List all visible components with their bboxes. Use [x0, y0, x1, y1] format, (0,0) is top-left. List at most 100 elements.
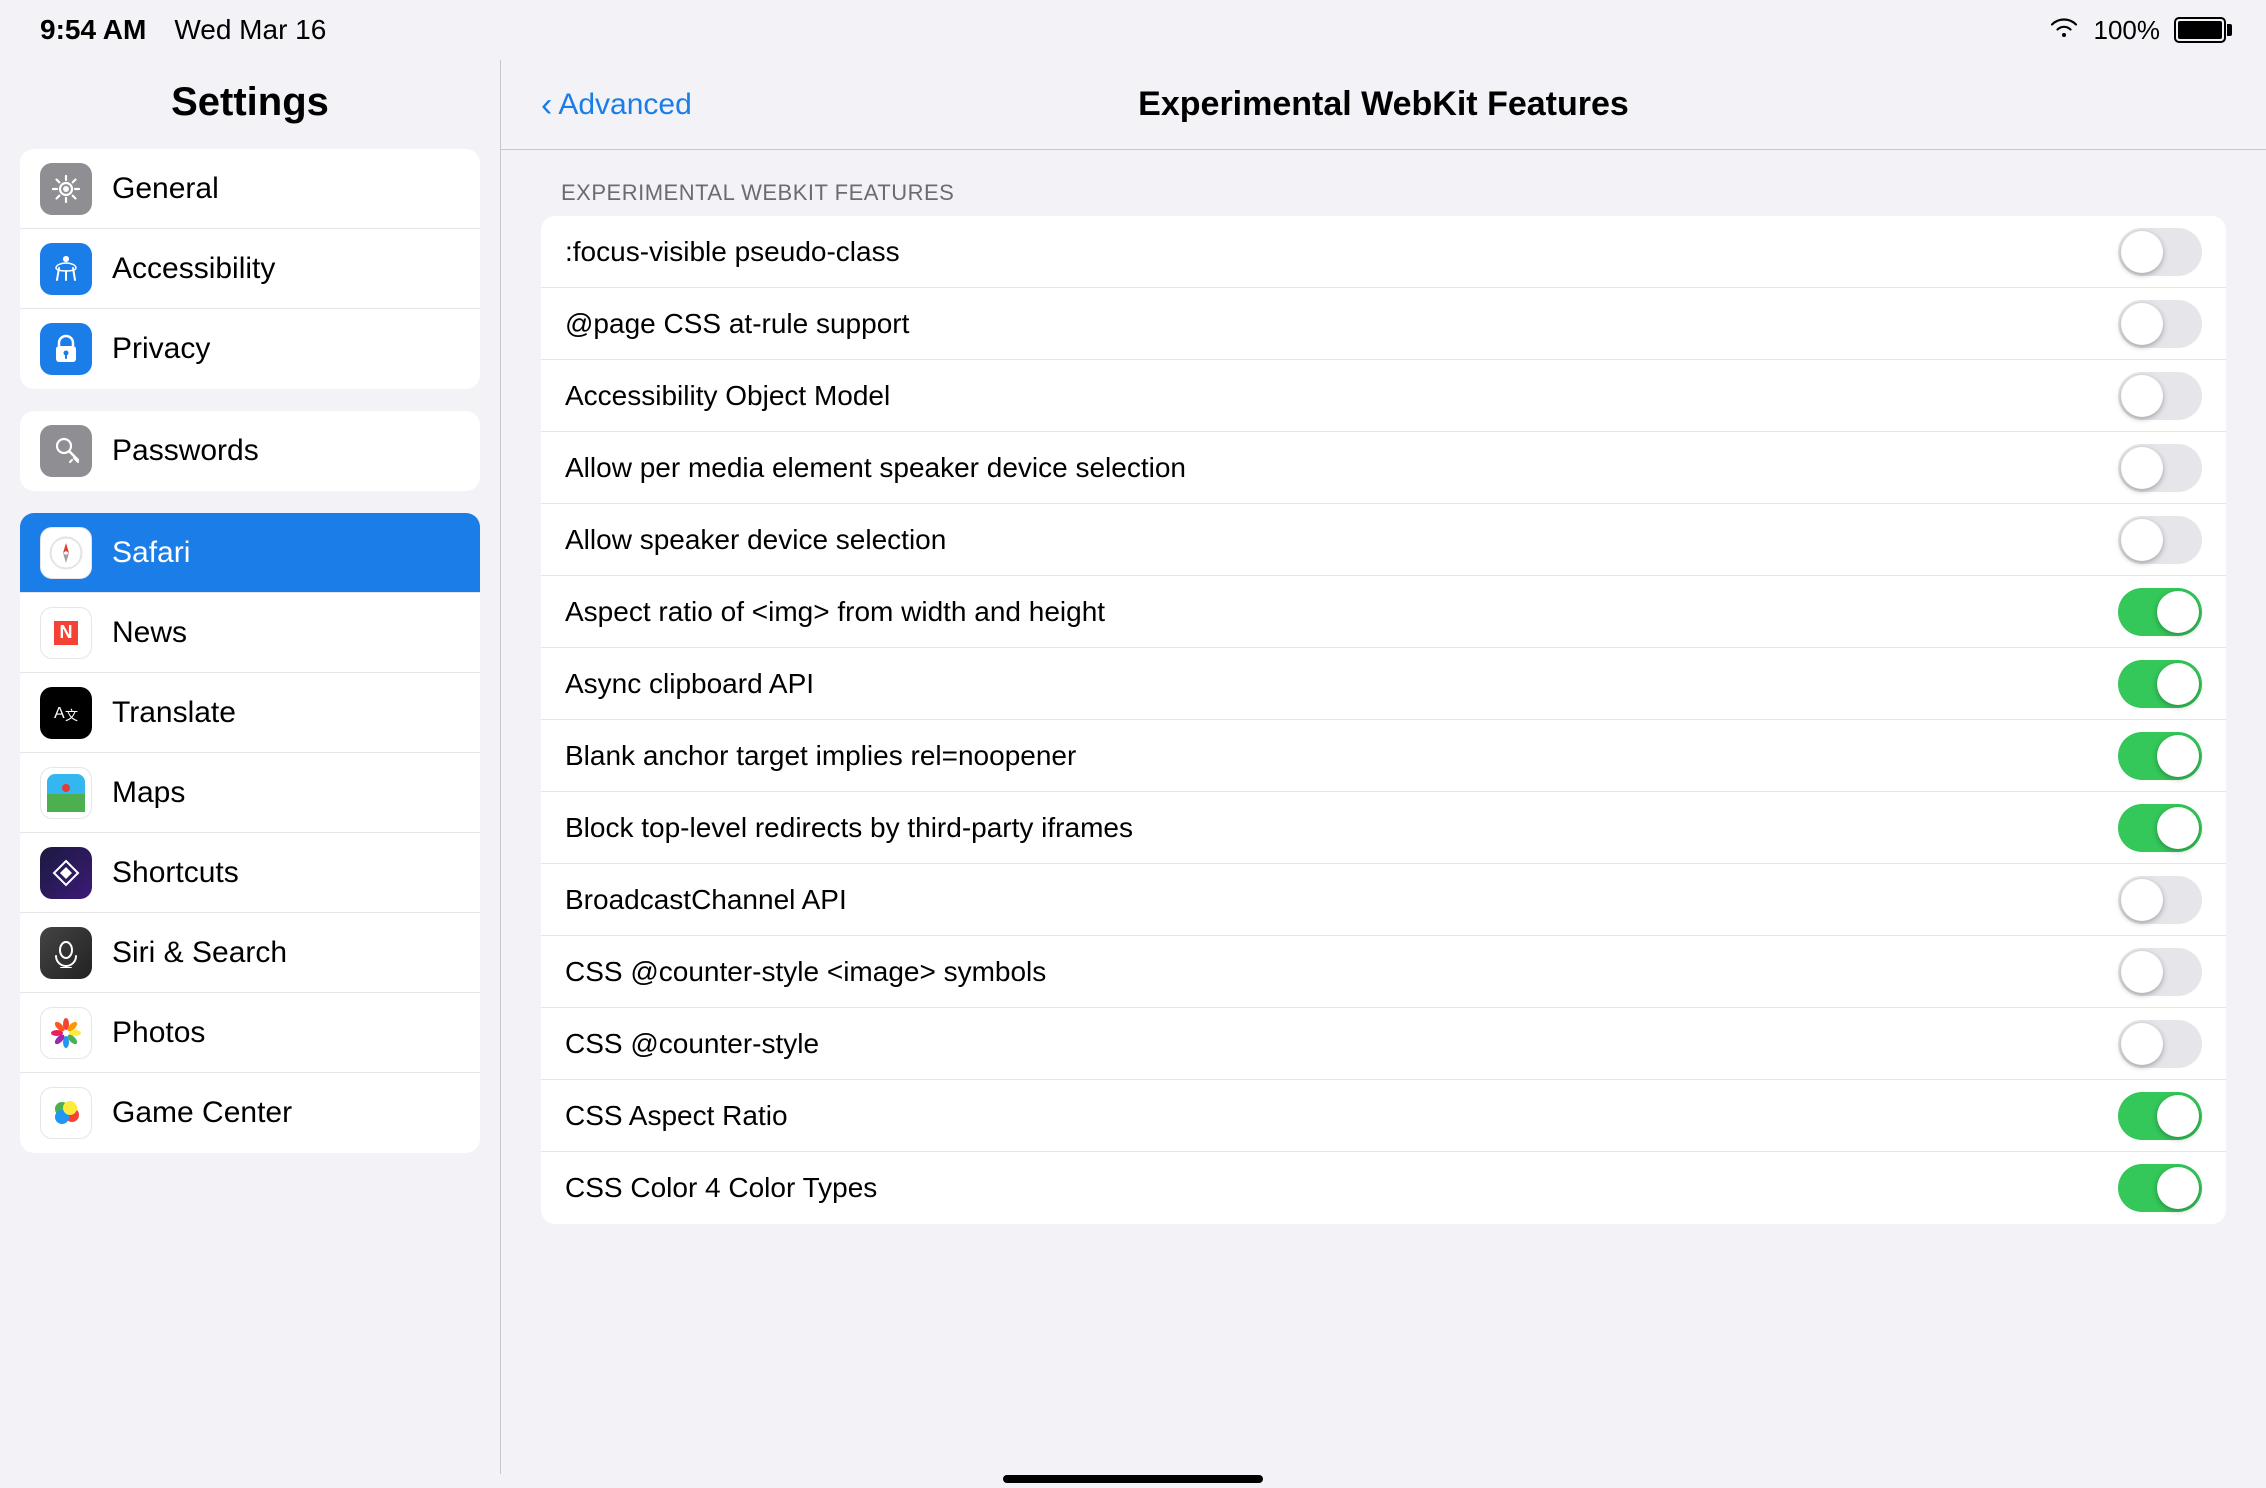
- status-right: 100%: [2048, 14, 2227, 46]
- feature-list: :focus-visible pseudo-class @page CSS at-…: [541, 216, 2226, 1224]
- feature-item: BroadcastChannel API: [541, 864, 2226, 936]
- right-header: ‹ Advanced Experimental WebKit Features: [501, 60, 2266, 150]
- sidebar-item-safari[interactable]: Safari: [20, 513, 480, 593]
- siri-icon: [40, 927, 92, 979]
- bottom-bar: [0, 1474, 2266, 1488]
- right-panel: ‹ Advanced Experimental WebKit Features …: [501, 60, 2266, 1474]
- sidebar-item-siri-label: Siri & Search: [112, 936, 287, 970]
- settings-group-2: Passwords: [20, 411, 480, 491]
- feature-toggle[interactable]: [2118, 804, 2202, 852]
- feature-toggle[interactable]: [2118, 732, 2202, 780]
- feature-toggle[interactable]: [2118, 876, 2202, 924]
- feature-label: @page CSS at-rule support: [565, 308, 909, 340]
- sidebar-item-shortcuts[interactable]: Shortcuts: [20, 833, 480, 913]
- sidebar-item-siri[interactable]: Siri & Search: [20, 913, 480, 993]
- left-panel: Settings General: [0, 60, 500, 1474]
- feature-toggle[interactable]: [2118, 1092, 2202, 1140]
- sidebar-item-gamecenter-label: Game Center: [112, 1096, 292, 1130]
- toggle-knob: [2157, 735, 2199, 777]
- status-date: Wed Mar 16: [174, 14, 326, 46]
- feature-label: Allow speaker device selection: [565, 524, 946, 556]
- feature-item: Aspect ratio of <img> from width and hei…: [541, 576, 2226, 648]
- status-time: 9:54 AM: [40, 14, 146, 46]
- feature-label: Aspect ratio of <img> from width and hei…: [565, 596, 1105, 628]
- feature-item: Accessibility Object Model: [541, 360, 2226, 432]
- back-chevron-icon: ‹: [541, 88, 552, 122]
- feature-toggle[interactable]: [2118, 1020, 2202, 1068]
- toggle-knob: [2157, 1095, 2199, 1137]
- sidebar-item-translate[interactable]: A 文 Translate: [20, 673, 480, 753]
- feature-item: Allow per media element speaker device s…: [541, 432, 2226, 504]
- toggle-knob: [2121, 879, 2163, 921]
- sidebar-item-accessibility-label: Accessibility: [112, 252, 275, 286]
- sidebar-item-translate-label: Translate: [112, 696, 236, 730]
- toggle-knob: [2121, 951, 2163, 993]
- sidebar-item-maps-label: Maps: [112, 776, 185, 810]
- feature-toggle[interactable]: [2118, 372, 2202, 420]
- toggle-knob: [2121, 1023, 2163, 1065]
- safari-icon: [40, 527, 92, 579]
- news-icon: N: [40, 607, 92, 659]
- battery-percentage: 100%: [2094, 15, 2161, 46]
- sidebar-item-gamecenter[interactable]: Game Center: [20, 1073, 480, 1153]
- gamecenter-icon: [40, 1087, 92, 1139]
- sidebar-item-general[interactable]: General: [20, 149, 480, 229]
- photos-icon: [40, 1007, 92, 1059]
- feature-toggle[interactable]: [2118, 660, 2202, 708]
- sidebar-item-privacy-label: Privacy: [112, 332, 210, 366]
- status-bar: 9:54 AM Wed Mar 16 100%: [0, 0, 2266, 60]
- sidebar-item-news[interactable]: N News: [20, 593, 480, 673]
- feature-toggle[interactable]: [2118, 444, 2202, 492]
- feature-label: CSS Aspect Ratio: [565, 1100, 788, 1132]
- right-panel-title: Experimental WebKit Features: [1138, 85, 1629, 124]
- feature-toggle[interactable]: [2118, 1164, 2202, 1212]
- feature-label: :focus-visible pseudo-class: [565, 236, 900, 268]
- feature-item: Async clipboard API: [541, 648, 2226, 720]
- privacy-icon: [40, 323, 92, 375]
- feature-toggle[interactable]: [2118, 228, 2202, 276]
- sidebar-item-safari-label: Safari: [112, 536, 190, 570]
- translate-icon: A 文: [40, 687, 92, 739]
- back-label: Advanced: [558, 88, 691, 122]
- main-layout: Settings General: [0, 60, 2266, 1474]
- back-button[interactable]: ‹ Advanced: [541, 88, 692, 122]
- feature-item: CSS Color 4 Color Types: [541, 1152, 2226, 1224]
- feature-item: Block top-level redirects by third-party…: [541, 792, 2226, 864]
- feature-toggle[interactable]: [2118, 948, 2202, 996]
- sidebar-item-photos[interactable]: Photos: [20, 993, 480, 1073]
- settings-group-1: General Accessibility: [20, 149, 480, 389]
- toggle-knob: [2157, 1167, 2199, 1209]
- toggle-knob: [2157, 591, 2199, 633]
- shortcuts-icon: [40, 847, 92, 899]
- settings-title: Settings: [20, 80, 480, 125]
- general-icon: [40, 163, 92, 215]
- feature-toggle[interactable]: [2118, 300, 2202, 348]
- maps-icon: [40, 767, 92, 819]
- right-content: EXPERIMENTAL WEBKIT FEATURES :focus-visi…: [501, 150, 2266, 1474]
- passwords-icon: [40, 425, 92, 477]
- sidebar-item-general-label: General: [112, 172, 219, 206]
- feature-item: CSS Aspect Ratio: [541, 1080, 2226, 1152]
- feature-label: Accessibility Object Model: [565, 380, 890, 412]
- feature-toggle[interactable]: [2118, 588, 2202, 636]
- feature-item: Blank anchor target implies rel=noopener: [541, 720, 2226, 792]
- section-header: EXPERIMENTAL WEBKIT FEATURES: [541, 180, 2226, 206]
- toggle-knob: [2121, 231, 2163, 273]
- home-indicator: [1003, 1475, 1263, 1483]
- sidebar-item-shortcuts-label: Shortcuts: [112, 856, 239, 890]
- svg-text:A: A: [54, 705, 65, 722]
- sidebar-item-passwords-label: Passwords: [112, 434, 259, 468]
- feature-label: Block top-level redirects by third-party…: [565, 812, 1133, 844]
- sidebar-item-privacy[interactable]: Privacy: [20, 309, 480, 389]
- sidebar-item-passwords[interactable]: Passwords: [20, 411, 480, 491]
- feature-label: BroadcastChannel API: [565, 884, 847, 916]
- feature-label: Async clipboard API: [565, 668, 814, 700]
- sidebar-item-maps[interactable]: Maps: [20, 753, 480, 833]
- battery-icon: [2174, 17, 2226, 43]
- svg-text:文: 文: [65, 708, 78, 723]
- toggle-knob: [2157, 807, 2199, 849]
- sidebar-item-accessibility[interactable]: Accessibility: [20, 229, 480, 309]
- feature-label: CSS Color 4 Color Types: [565, 1172, 877, 1204]
- feature-toggle[interactable]: [2118, 516, 2202, 564]
- sidebar-item-news-label: News: [112, 616, 187, 650]
